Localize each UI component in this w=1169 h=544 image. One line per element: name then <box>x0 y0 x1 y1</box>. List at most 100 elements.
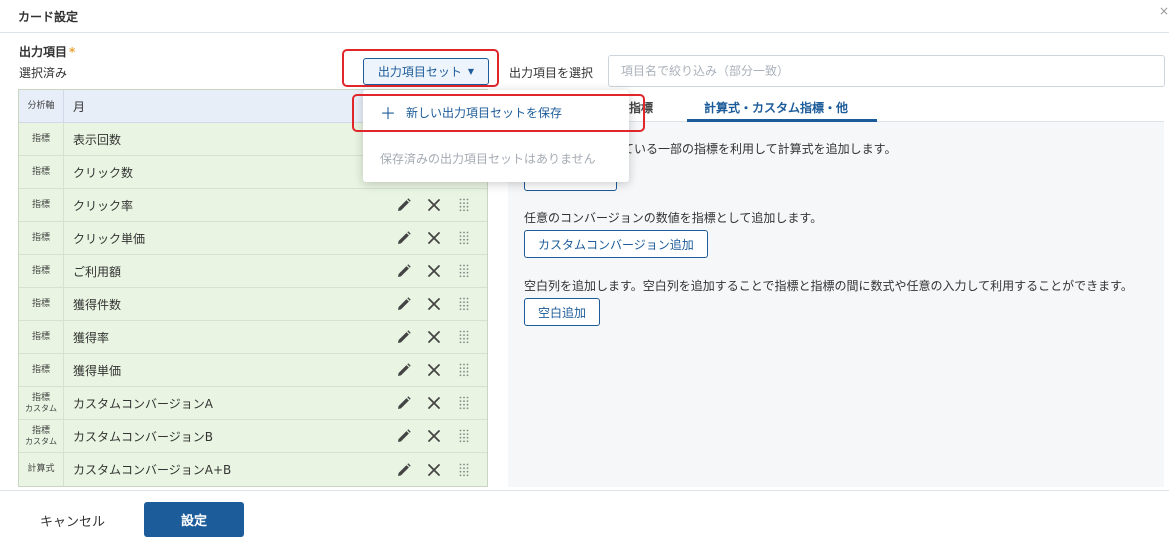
edit-icon[interactable] <box>389 387 419 420</box>
row-type-label: 指標 <box>31 232 50 243</box>
row-name-cell: ご利用額 <box>73 264 122 279</box>
edit-icon[interactable] <box>389 222 419 255</box>
output-set-dropdown: ＋ 新しい出力項目セットを保存 保存済みの出力項目セットはありません <box>363 90 629 182</box>
edit-icon[interactable] <box>389 288 419 321</box>
output-set-button[interactable]: 出力項目セット ▼ <box>363 58 489 85</box>
row-type-label: 指標 <box>31 364 50 375</box>
active-tab-indicator <box>687 119 877 122</box>
row-type-label: 指標 <box>31 166 50 177</box>
edit-icon[interactable] <box>389 420 419 453</box>
custom-conversion-description: 任意のコンバージョンの数値を指標として追加します。 <box>524 211 823 225</box>
formula-description: ている一部の指標を利用して計算式を追加します。 <box>622 142 897 156</box>
cancel-button[interactable]: キャンセル <box>40 511 105 530</box>
remove-icon[interactable] <box>419 321 449 354</box>
edit-icon[interactable] <box>389 255 419 288</box>
save-new-output-set-label: 新しい出力項目セットを保存 <box>406 105 563 120</box>
table-row: 指標 獲得単価 <box>19 354 487 387</box>
remove-icon[interactable] <box>419 420 449 453</box>
row-type-cell: 指標 <box>19 222 64 254</box>
row-type-sublabel: カスタム <box>25 403 57 413</box>
submit-button[interactable]: 設定 <box>144 502 244 537</box>
row-name-cell: クリック率 <box>73 198 134 213</box>
add-custom-conversion-button[interactable]: カスタムコンバージョン追加 <box>524 230 708 258</box>
save-new-output-set-item[interactable]: ＋ 新しい出力項目セットを保存 <box>363 90 629 134</box>
row-actions <box>389 321 487 353</box>
row-type-cell: 指標 <box>19 156 64 188</box>
row-type-label: 指標 <box>31 425 50 436</box>
row-actions <box>389 387 487 419</box>
row-actions <box>389 189 487 221</box>
item-filter-input[interactable] <box>608 55 1165 87</box>
row-type-label: 指標 <box>31 265 50 276</box>
drag-handle-icon[interactable] <box>449 387 479 420</box>
row-type-cell: 指標 カスタム <box>19 387 64 419</box>
drag-handle-icon[interactable] <box>449 255 479 288</box>
row-name-cell: カスタムコンバージョンA <box>73 396 213 411</box>
remove-icon[interactable] <box>419 189 449 222</box>
drag-handle-icon[interactable] <box>449 453 479 486</box>
header-type-cell: 分析軸 <box>19 90 64 122</box>
row-name-cell: 獲得単価 <box>73 363 122 378</box>
row-actions <box>389 222 487 254</box>
edit-icon[interactable] <box>389 189 419 222</box>
table-row: 指標 カスタム カスタムコンバージョンB <box>19 420 487 453</box>
row-type-cell: 計算式 <box>19 453 64 486</box>
drag-handle-icon[interactable] <box>449 354 479 387</box>
table-row: 指標 獲得件数 <box>19 288 487 321</box>
row-type-label: 指標 <box>31 331 50 342</box>
row-actions <box>389 288 487 320</box>
row-name-cell: カスタムコンバージョンB <box>73 429 213 444</box>
blank-column-description: 空白列を追加します。空白列を追加することで指標と指標の間に数式や任意の入力して利… <box>524 279 1133 293</box>
row-type-cell: 指標 <box>19 189 64 221</box>
row-type-sublabel: カスタム <box>25 436 57 446</box>
drag-handle-icon[interactable] <box>449 420 479 453</box>
drag-handle-icon[interactable] <box>449 222 479 255</box>
remove-icon[interactable] <box>419 453 449 486</box>
dialog-header: カード設定 × <box>0 0 1169 33</box>
remove-icon[interactable] <box>419 255 449 288</box>
row-type-label: 指標 <box>31 392 50 403</box>
row-type-label: 指標 <box>31 199 50 210</box>
table-row: 指標 クリック率 <box>19 189 487 222</box>
table-row: 指標 カスタム カスタムコンバージョンA <box>19 387 487 420</box>
output-items-label: 出力項目 * <box>19 45 76 59</box>
drag-handle-icon[interactable] <box>449 189 479 222</box>
add-blank-button[interactable]: 空白追加 <box>524 298 601 326</box>
row-name-cell: クリック単価 <box>73 231 146 246</box>
remove-icon[interactable] <box>419 387 449 420</box>
row-name-cell: カスタムコンバージョンA+B <box>73 463 232 477</box>
output-set-button-label: 出力項目セット <box>377 65 462 79</box>
edit-icon[interactable] <box>389 453 419 486</box>
edit-icon[interactable] <box>389 354 419 387</box>
drag-handle-icon[interactable] <box>449 321 479 354</box>
no-saved-sets-item: 保存済みの出力項目セットはありません <box>380 151 596 166</box>
edit-icon[interactable] <box>389 321 419 354</box>
remove-icon[interactable] <box>419 288 449 321</box>
required-mark: * <box>69 45 76 59</box>
row-type-label: 指標 <box>31 298 50 309</box>
select-items-label: 出力項目を選択 <box>509 66 594 80</box>
row-type-cell: 指標 カスタム <box>19 420 64 452</box>
footer-divider <box>0 490 1169 491</box>
table-row: 指標 クリック単価 <box>19 222 487 255</box>
row-type-cell: 指標 <box>19 354 64 386</box>
remove-icon[interactable] <box>419 354 449 387</box>
drag-handle-icon[interactable] <box>449 288 479 321</box>
remove-icon[interactable] <box>419 222 449 255</box>
row-actions <box>389 420 487 452</box>
row-actions <box>389 255 487 287</box>
tab-metrics[interactable]: 指標 <box>629 99 653 116</box>
row-type-cell: 指標 <box>19 123 64 155</box>
row-name-cell: 獲得率 <box>73 330 110 345</box>
row-type-label: 計算式 <box>27 464 55 475</box>
caret-down-icon: ▼ <box>467 67 475 76</box>
row-type-label: 指標 <box>31 133 50 144</box>
table-row: 指標 獲得率 <box>19 321 487 354</box>
row-actions <box>389 354 487 386</box>
tab-formula-custom[interactable]: 計算式・カスタム指標・他 <box>704 99 848 116</box>
plus-icon: ＋ <box>380 104 397 123</box>
table-row: 計算式 カスタムコンバージョンA+B <box>19 453 487 486</box>
row-actions <box>389 453 487 486</box>
row-type-cell: 指標 <box>19 321 64 353</box>
close-icon[interactable]: × <box>1159 4 1169 18</box>
